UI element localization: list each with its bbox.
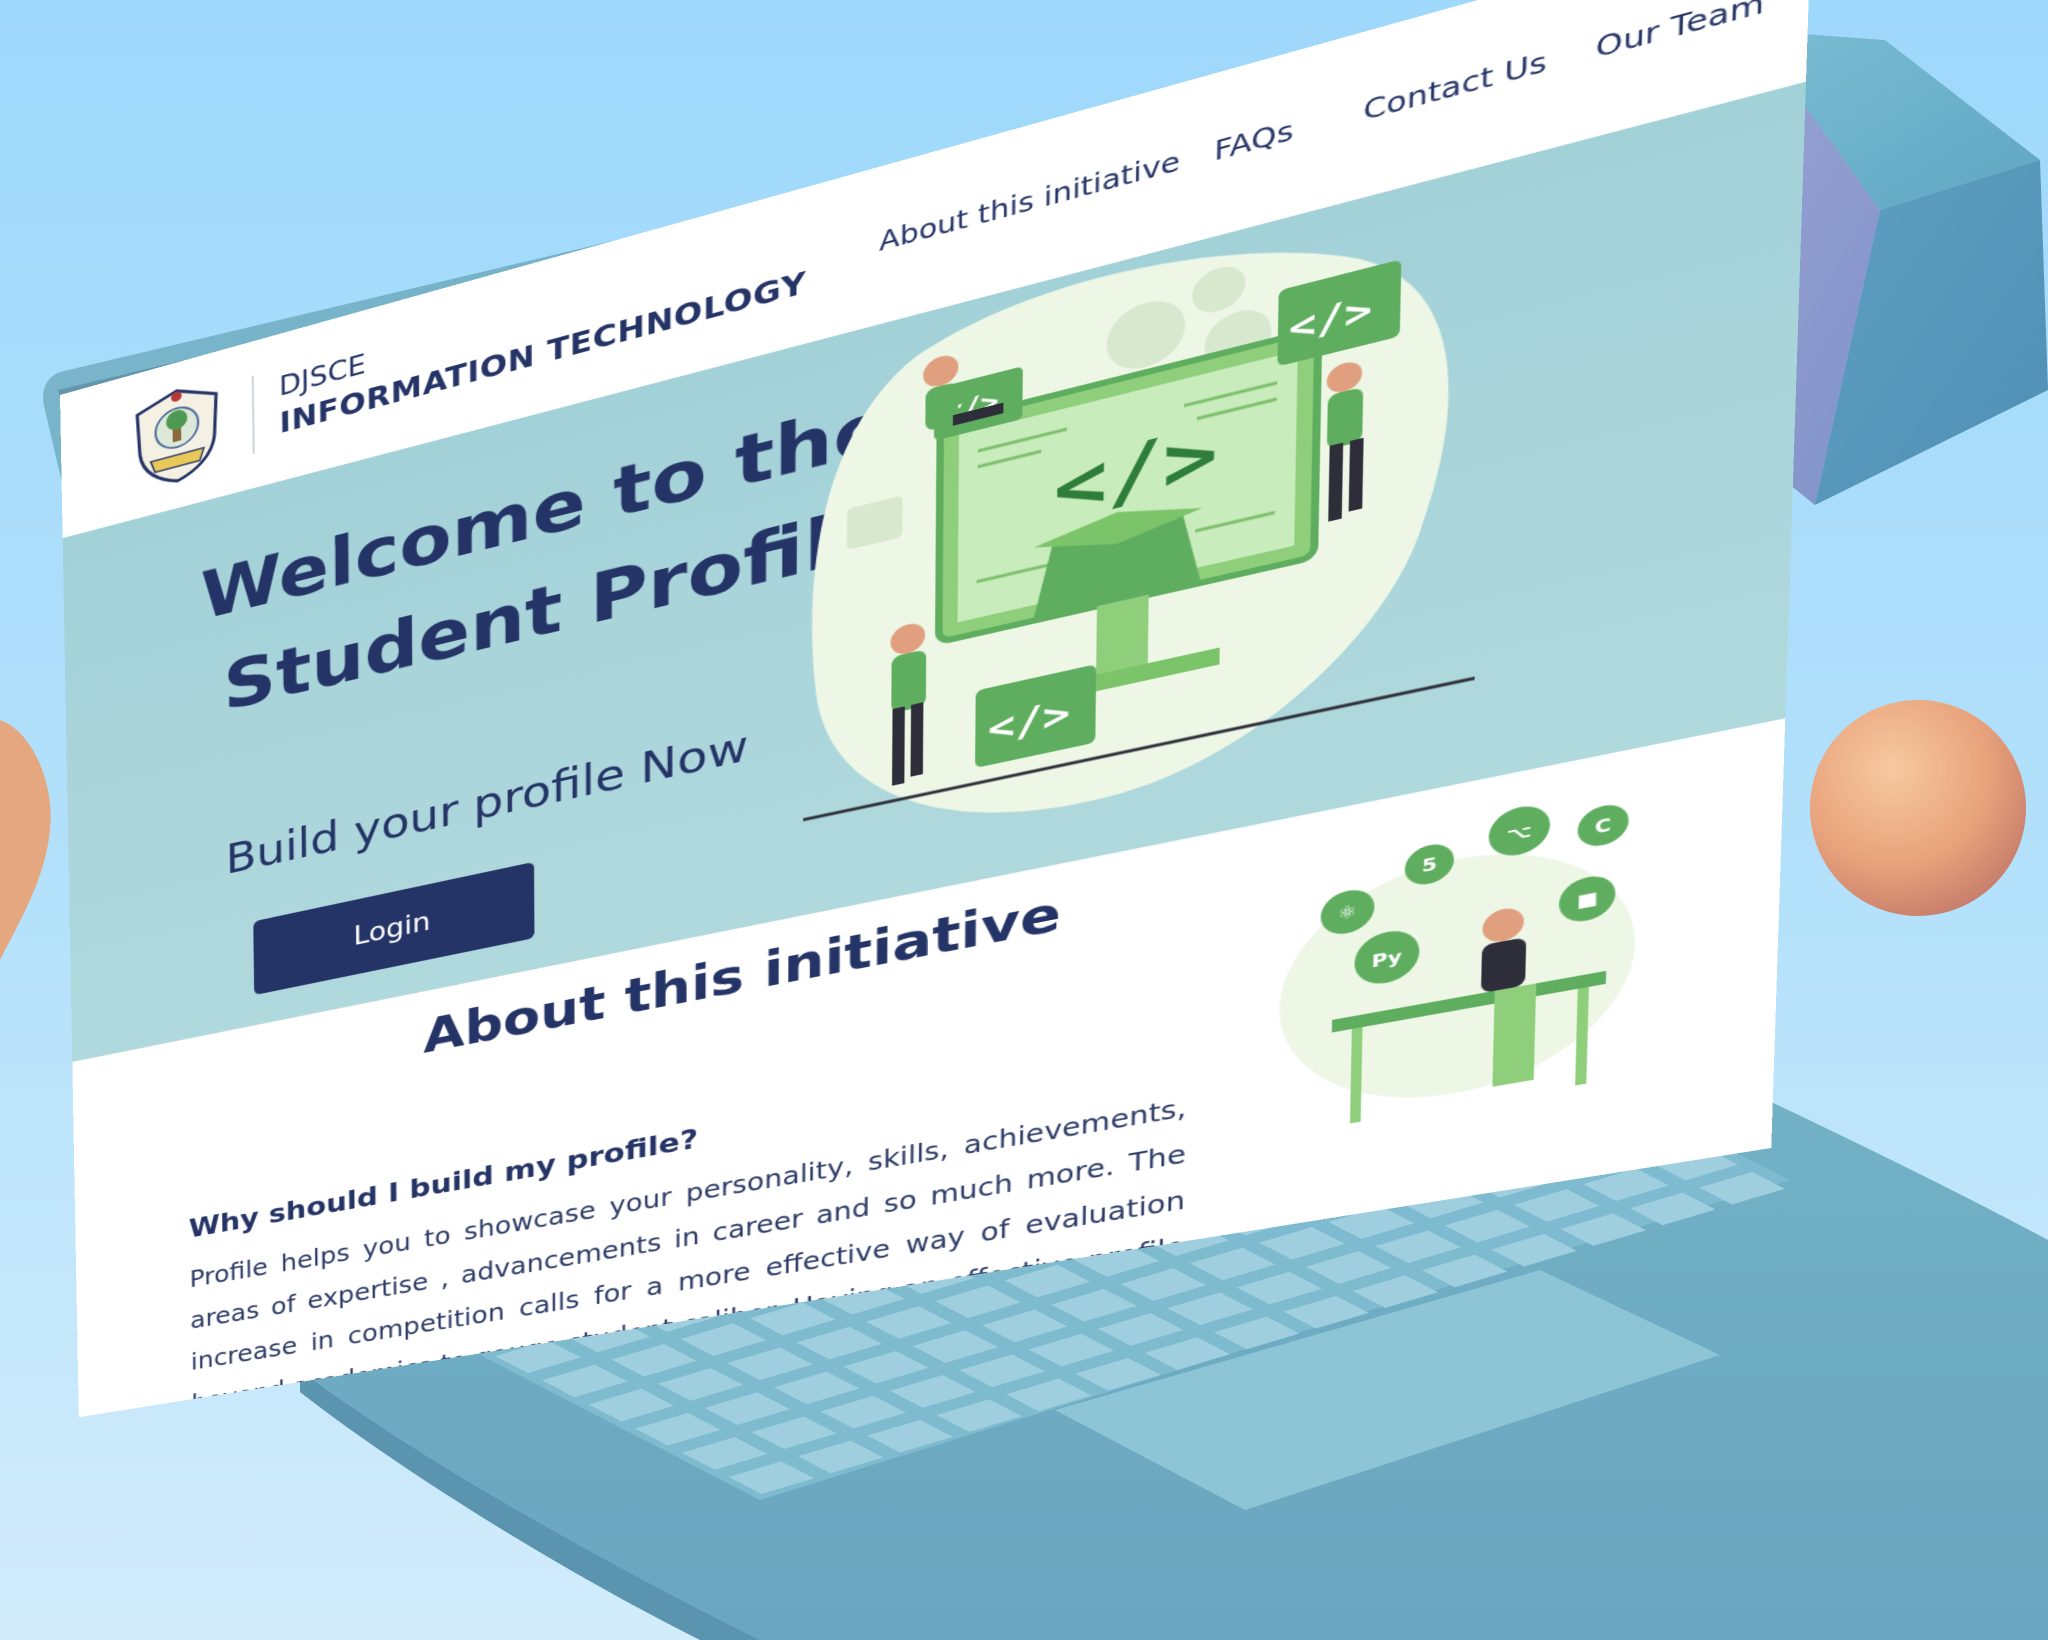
svg-text:⚛: ⚛: [1338, 901, 1358, 924]
nav-faqs[interactable]: FAQs: [1214, 115, 1294, 167]
svg-text:C: C: [1595, 815, 1612, 838]
login-button[interactable]: Login: [253, 862, 534, 995]
brand-divider: [252, 375, 255, 454]
nav-our-team[interactable]: Our Team: [1595, 0, 1764, 65]
college-logo: [128, 374, 225, 497]
svg-text:■: ■: [1576, 888, 1598, 912]
nav-contact[interactable]: Contact Us: [1363, 46, 1547, 127]
svg-text:5: 5: [1422, 854, 1438, 877]
hero-subtitle: Build your profile Now: [225, 721, 748, 884]
sphere-decoration: [1810, 700, 2026, 916]
cone-decoration: [0, 720, 51, 960]
